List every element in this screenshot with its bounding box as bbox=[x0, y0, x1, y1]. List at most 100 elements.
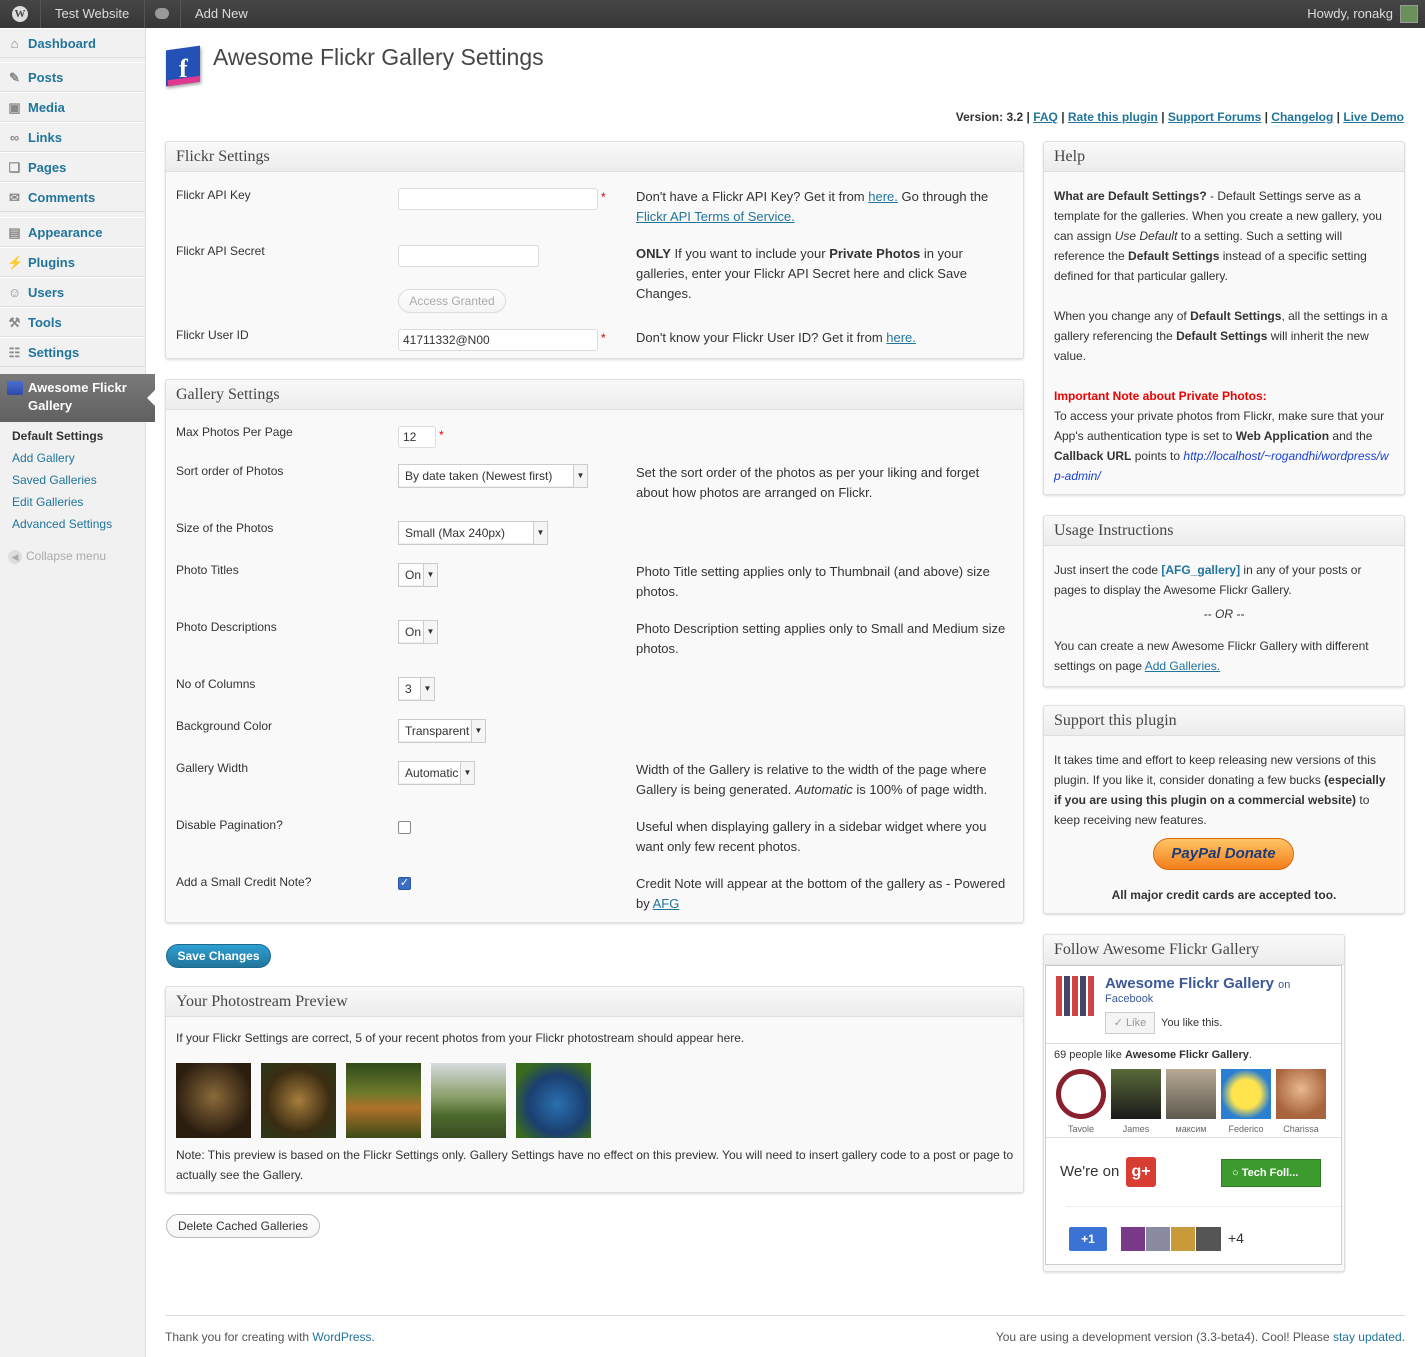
fan-avatar[interactable] bbox=[1166, 1069, 1216, 1119]
menu-item-dashboard[interactable]: ⌂ Dashboard bbox=[0, 28, 145, 58]
support-forums-link[interactable]: Support Forums bbox=[1168, 110, 1261, 124]
fb-page-name[interactable]: Awesome Flickr Gallery on bbox=[1105, 975, 1290, 992]
menu-item-pages[interactable]: ❏ Pages bbox=[0, 152, 145, 182]
site-name-link[interactable]: Test Website bbox=[55, 0, 129, 28]
delete-cached-galleries-button[interactable]: Delete Cached Galleries bbox=[166, 1214, 320, 1238]
like-button[interactable]: ✓ Like bbox=[1105, 1012, 1155, 1034]
api-key-here-link[interactable]: here. bbox=[868, 189, 898, 204]
divider bbox=[40, 0, 41, 28]
fan-name: James bbox=[1122, 1124, 1150, 1134]
box-title: Your Photostream Preview bbox=[166, 987, 1023, 1017]
page-title: Awesome Flickr Gallery Settings bbox=[213, 44, 544, 70]
google-plus-follow-button[interactable]: ○ Tech Foll... bbox=[1221, 1159, 1321, 1187]
pages-icon: ❏ bbox=[8, 160, 21, 175]
api-secret-label: Flickr API Secret bbox=[176, 244, 265, 258]
collapse-menu-button[interactable]: ◀ Collapse menu bbox=[8, 549, 106, 564]
menu-item-appearance[interactable]: ▤ Appearance bbox=[0, 217, 145, 247]
user-avatar[interactable] bbox=[1400, 5, 1418, 23]
fan-avatar[interactable] bbox=[1276, 1069, 1326, 1119]
max-photos-label: Max Photos Per Page bbox=[176, 425, 293, 439]
chevron-down-icon: ▼ bbox=[573, 465, 587, 487]
api-key-help: Don't have a Flickr API Key? Get it from… bbox=[636, 189, 989, 224]
required-mark: * bbox=[439, 428, 444, 442]
preview-photo-3[interactable] bbox=[346, 1063, 421, 1138]
access-granted-button[interactable]: Access Granted bbox=[398, 289, 506, 313]
rate-plugin-link[interactable]: Rate this plugin bbox=[1068, 110, 1158, 124]
preview-photo-4[interactable] bbox=[431, 1063, 506, 1138]
columns-label: No of Columns bbox=[176, 677, 256, 691]
submenu-edit-galleries[interactable]: Edit Galleries bbox=[12, 495, 83, 509]
sort-order-select[interactable]: By date taken (Newest first) ▼ bbox=[398, 464, 588, 488]
add-new-link[interactable]: Add New bbox=[195, 0, 248, 28]
menu-item-posts[interactable]: ✎ Posts bbox=[0, 62, 145, 92]
credit-note-label: Add a Small Credit Note? bbox=[176, 875, 312, 889]
fan-avatar[interactable] bbox=[1111, 1069, 1161, 1119]
plugins-icon: ⚡ bbox=[7, 255, 24, 270]
facebook-link[interactable]: Facebook bbox=[1105, 993, 1153, 1005]
credit-note-checkbox[interactable]: ✓ bbox=[398, 877, 411, 890]
stay-updated-link[interactable]: stay updated bbox=[1333, 1330, 1402, 1344]
fan-avatar[interactable] bbox=[1056, 1069, 1106, 1119]
photo-titles-label: Photo Titles bbox=[176, 563, 239, 577]
comments-bubble-icon[interactable] bbox=[155, 8, 169, 19]
settings-icon: ☷ bbox=[8, 345, 21, 360]
usage-instructions-box: Usage Instructions Just insert the code … bbox=[1043, 515, 1405, 687]
photo-size-select[interactable]: Small (Max 240px) ▼ bbox=[398, 521, 548, 545]
faq-link[interactable]: FAQ bbox=[1033, 110, 1058, 124]
user-id-input[interactable] bbox=[398, 329, 598, 351]
background-color-select[interactable]: Transparent ▼ bbox=[398, 719, 486, 743]
photo-descriptions-select[interactable]: On ▼ bbox=[398, 620, 438, 644]
credit-cards-note: All major credit cards are accepted too. bbox=[1111, 888, 1337, 902]
api-key-input[interactable] bbox=[398, 188, 598, 210]
user-id-here-link[interactable]: here. bbox=[886, 330, 916, 345]
submenu-default-settings[interactable]: Default Settings bbox=[12, 429, 103, 443]
save-changes-button[interactable]: Save Changes bbox=[166, 944, 271, 968]
like-count-text: 69 people like Awesome Flickr Gallery. bbox=[1054, 1049, 1252, 1061]
menu-item-users[interactable]: ☺ Users bbox=[0, 277, 145, 307]
chevron-down-icon: ▼ bbox=[423, 564, 437, 586]
help-private-photos-note: Important Note about Private Photos: To … bbox=[1054, 389, 1389, 483]
paypal-donate-button[interactable]: PayPal Donate bbox=[1153, 838, 1294, 870]
preview-photo-2[interactable] bbox=[261, 1063, 336, 1138]
google-plus-icon[interactable]: g+ bbox=[1126, 1157, 1156, 1187]
background-color-label: Background Color bbox=[176, 719, 273, 733]
add-galleries-link[interactable]: Add Galleries. bbox=[1145, 659, 1220, 673]
help-default-settings-text: What are Default Settings? - Default Set… bbox=[1054, 189, 1382, 283]
menu-item-media[interactable]: ▣ Media bbox=[0, 92, 145, 122]
api-secret-input[interactable] bbox=[398, 245, 539, 267]
max-photos-input[interactable] bbox=[398, 426, 436, 448]
menu-item-plugins[interactable]: ⚡ Plugins bbox=[0, 247, 145, 277]
menu-item-tools[interactable]: ⚒ Tools bbox=[0, 307, 145, 337]
menu-item-awesome-flickr-gallery[interactable]: Awesome Flickr Gallery bbox=[0, 374, 155, 422]
columns-select[interactable]: 3 ▼ bbox=[398, 677, 435, 701]
live-demo-link[interactable]: Live Demo bbox=[1343, 110, 1404, 124]
menu-item-settings[interactable]: ☷ Settings bbox=[0, 337, 145, 367]
submenu-saved-galleries[interactable]: Saved Galleries bbox=[12, 473, 97, 487]
submenu-add-gallery[interactable]: Add Gallery bbox=[12, 451, 75, 465]
usage-text-2: You can create a new Awesome Flickr Gall… bbox=[1054, 639, 1369, 673]
preview-photo-5[interactable] bbox=[516, 1063, 591, 1138]
credit-note-help: Credit Note will appear at the bottom of… bbox=[636, 876, 1006, 911]
plus-one-button[interactable]: +1 bbox=[1069, 1227, 1107, 1251]
disable-pagination-help: Useful when displaying gallery in a side… bbox=[636, 819, 987, 854]
footer-right: You are using a development version (3.3… bbox=[995, 1330, 1405, 1344]
gallery-width-select[interactable]: Automatic ▼ bbox=[398, 761, 475, 785]
changelog-link[interactable]: Changelog bbox=[1271, 110, 1333, 124]
help-box: Help What are Default Settings? - Defaul… bbox=[1043, 141, 1405, 495]
photo-titles-select[interactable]: On ▼ bbox=[398, 563, 438, 587]
user-id-help: Don't know your Flickr User ID? Get it f… bbox=[636, 330, 916, 345]
wordpress-link[interactable]: WordPress bbox=[312, 1330, 371, 1344]
plus-one-count: +4 bbox=[1228, 1230, 1244, 1246]
fan-avatar[interactable] bbox=[1221, 1069, 1271, 1119]
flickr-tos-link[interactable]: Flickr API Terms of Service. bbox=[636, 209, 795, 224]
plugin-logo-icon: f bbox=[166, 42, 210, 87]
howdy-user[interactable]: Howdy, ronakg bbox=[1307, 0, 1393, 28]
wordpress-logo-icon[interactable]: W bbox=[12, 6, 28, 22]
api-key-label: Flickr API Key bbox=[176, 188, 251, 202]
preview-photo-1[interactable] bbox=[176, 1063, 251, 1138]
menu-item-comments[interactable]: ✉ Comments bbox=[0, 182, 145, 212]
menu-item-links[interactable]: ∞ Links bbox=[0, 122, 145, 152]
submenu-advanced-settings[interactable]: Advanced Settings bbox=[12, 517, 112, 531]
disable-pagination-checkbox[interactable] bbox=[398, 821, 411, 834]
afg-link[interactable]: AFG bbox=[653, 896, 680, 911]
